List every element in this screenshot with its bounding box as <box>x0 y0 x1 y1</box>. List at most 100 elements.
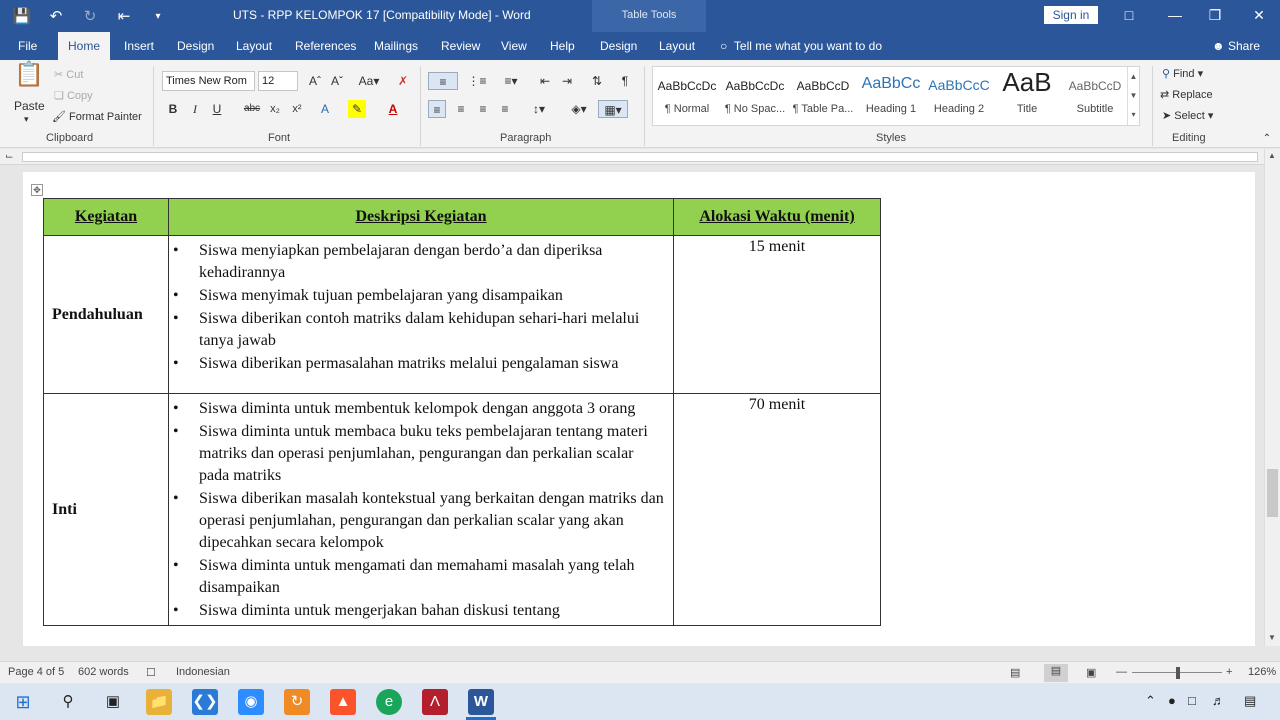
maximize-button[interactable]: ❐ <box>1192 0 1238 32</box>
sign-in-button[interactable]: Sign in <box>1044 6 1098 24</box>
borders-icon[interactable]: ▦▾ <box>598 100 628 118</box>
vertical-scrollbar[interactable]: ▲ ▼ <box>1264 149 1280 646</box>
replace-button[interactable]: ⇄ Replace <box>1160 88 1213 101</box>
proofing-icon[interactable]: ☐ <box>146 666 156 679</box>
time-cell[interactable]: 70 menit <box>673 393 881 626</box>
change-case-icon[interactable]: Aa▾ <box>356 72 382 90</box>
show-formatting-icon[interactable]: ¶ <box>616 72 634 90</box>
zoom-app-icon[interactable]: ◉ <box>238 689 264 715</box>
row-label-inti[interactable]: Inti <box>43 393 169 626</box>
tab-home[interactable]: Home <box>58 32 111 60</box>
align-right-icon[interactable]: ≡ <box>474 100 492 118</box>
grow-font-icon[interactable]: Aˆ <box>306 72 324 90</box>
bold-icon[interactable]: B <box>164 100 182 118</box>
increase-indent-icon[interactable]: ⇥ <box>558 72 576 90</box>
customize-qat-icon[interactable]: ▾ <box>148 11 168 22</box>
edge-browser-icon[interactable]: e <box>376 689 402 715</box>
table-move-handle-icon[interactable]: ✥ <box>31 184 43 196</box>
paste-button[interactable]: Paste <box>14 99 45 113</box>
collapse-ribbon-icon[interactable]: ⌃ <box>1258 130 1276 148</box>
description-cell[interactable]: Siswa diminta untuk membentuk kelompok d… <box>168 393 674 626</box>
font-size-select[interactable]: 12 <box>258 71 298 91</box>
zoom-in-icon[interactable]: + <box>1226 666 1232 678</box>
windows-start-icon[interactable]: ⊞ <box>10 689 36 715</box>
vscode-icon[interactable]: ❮❯ <box>192 689 218 715</box>
close-button[interactable]: ✕ <box>1236 0 1280 32</box>
task-view-icon[interactable]: ▣ <box>100 689 126 715</box>
subscript-icon[interactable]: x₂ <box>266 100 284 118</box>
style-no-spacing[interactable]: AaBbCcDc ¶ No Spac... <box>721 67 789 125</box>
tab-mailings[interactable]: Mailings <box>374 32 418 60</box>
numbering-icon[interactable]: ⋮≡ <box>464 72 490 90</box>
superscript-icon[interactable]: x² <box>288 100 306 118</box>
file-explorer-icon[interactable]: 📁 <box>146 689 172 715</box>
volume-icon[interactable]: ♬ <box>1212 693 1225 708</box>
styles-scroll-icon[interactable]: ▲ ▼ ▾ <box>1127 67 1139 125</box>
word-app-icon[interactable]: W <box>468 689 494 715</box>
font-color-icon[interactable]: A <box>384 100 402 118</box>
clipboard-icon[interactable]: 📋 <box>14 63 44 96</box>
tab-layout[interactable]: Layout <box>236 32 272 60</box>
tab-help[interactable]: Help <box>550 32 575 60</box>
language-indicator[interactable]: Indonesian <box>176 666 230 678</box>
microphone-icon[interactable]: ● <box>1168 693 1176 708</box>
redo-icon[interactable]: ↻ <box>80 7 100 25</box>
save-icon[interactable]: 💾 <box>12 7 32 25</box>
scroll-up-icon[interactable]: ▲ <box>1268 151 1276 160</box>
style-title[interactable]: AaB Title <box>993 67 1061 125</box>
mendeley-icon[interactable]: Λ <box>422 689 448 715</box>
brave-browser-icon[interactable]: ▲ <box>330 689 356 715</box>
style-table-paragraph[interactable]: AaBbCcD ¶ Table Pa... <box>789 67 857 125</box>
list-item[interactable]: Siswa diberikan masalah kontekstual yang… <box>173 488 667 554</box>
tab-table-layout[interactable]: Layout <box>659 32 695 60</box>
multilevel-list-icon[interactable]: ≡▾ <box>498 72 524 90</box>
list-item[interactable]: Siswa menyimak tujuan pembelajaran yang … <box>173 285 667 307</box>
web-layout-icon[interactable]: ▣ <box>1086 666 1096 679</box>
tab-file[interactable]: File <box>18 32 37 60</box>
undo-icon[interactable]: ↶ <box>46 7 66 25</box>
style-heading-2[interactable]: AaBbCcC Heading 2 <box>925 67 993 125</box>
list-item[interactable]: Siswa menyiapkan pembelajaran dengan ber… <box>173 240 667 284</box>
page-indicator[interactable]: Page 4 of 5 <box>8 666 64 678</box>
align-left-icon[interactable]: ≡ <box>428 100 446 118</box>
line-spacing-icon[interactable]: ↕▾ <box>526 100 552 118</box>
header-deskripsi[interactable]: Deskripsi Kegiatan <box>168 198 674 236</box>
highlight-icon[interactable]: ✎ <box>348 100 366 118</box>
header-alokasi-waktu[interactable]: Alokasi Waktu (menit) <box>673 198 881 236</box>
justify-icon[interactable]: ≡ <box>496 100 514 118</box>
copy-button[interactable]: ❏ Copy <box>54 89 93 102</box>
tab-selector-icon[interactable]: ⌙ <box>5 151 13 162</box>
text-effects-icon[interactable]: A <box>316 100 334 118</box>
horizontal-ruler[interactable]: ⌙ <box>0 149 1280 165</box>
list-item[interactable]: Siswa diminta untuk mengamati dan memaha… <box>173 555 667 599</box>
cut-button[interactable]: ✂ Cut <box>54 68 83 81</box>
align-center-icon[interactable]: ≡ <box>452 100 470 118</box>
underline-icon[interactable]: U <box>208 100 226 118</box>
network-icon[interactable]: □ <box>1188 693 1196 708</box>
style-heading-1[interactable]: AaBbCc Heading 1 <box>857 67 925 125</box>
font-family-select[interactable]: Times New Rom <box>162 71 255 91</box>
shading-icon[interactable]: ◈▾ <box>566 100 592 118</box>
header-kegiatan[interactable]: Kegiatan <box>43 198 169 236</box>
zoom-slider-thumb[interactable] <box>1176 667 1180 679</box>
print-layout-icon[interactable]: ▤ <box>1044 664 1068 682</box>
decrease-indent-icon[interactable]: ⇤ <box>536 72 554 90</box>
style-subtitle[interactable]: AaBbCcD Subtitle <box>1061 67 1129 125</box>
ribbon-display-options-icon[interactable]: □ <box>1106 0 1152 32</box>
tab-table-design[interactable]: Design <box>600 32 637 60</box>
list-item[interactable]: Siswa diberikan contoh matriks dalam keh… <box>173 308 667 352</box>
zoom-out-icon[interactable]: — <box>1116 666 1127 678</box>
tab-review[interactable]: Review <box>441 32 480 60</box>
italic-icon[interactable]: I <box>186 100 204 118</box>
strikethrough-icon[interactable]: abc <box>242 100 262 118</box>
list-item[interactable]: Siswa diminta untuk membaca buku teks pe… <box>173 421 667 487</box>
tab-design[interactable]: Design <box>177 32 214 60</box>
list-item[interactable]: Siswa diminta untuk mengerjakan bahan di… <box>173 600 667 622</box>
style-normal[interactable]: AaBbCcDc ¶ Normal <box>653 67 721 125</box>
shrink-font-icon[interactable]: Aˇ <box>328 72 346 90</box>
zoom-level[interactable]: 126% <box>1248 666 1276 678</box>
paste-dropdown-icon[interactable]: ▾ <box>24 114 29 125</box>
scroll-thumb[interactable] <box>1267 469 1278 517</box>
row-label-pendahuluan[interactable]: Pendahuluan <box>43 235 169 394</box>
sort-icon[interactable]: ⇅ <box>588 72 606 90</box>
